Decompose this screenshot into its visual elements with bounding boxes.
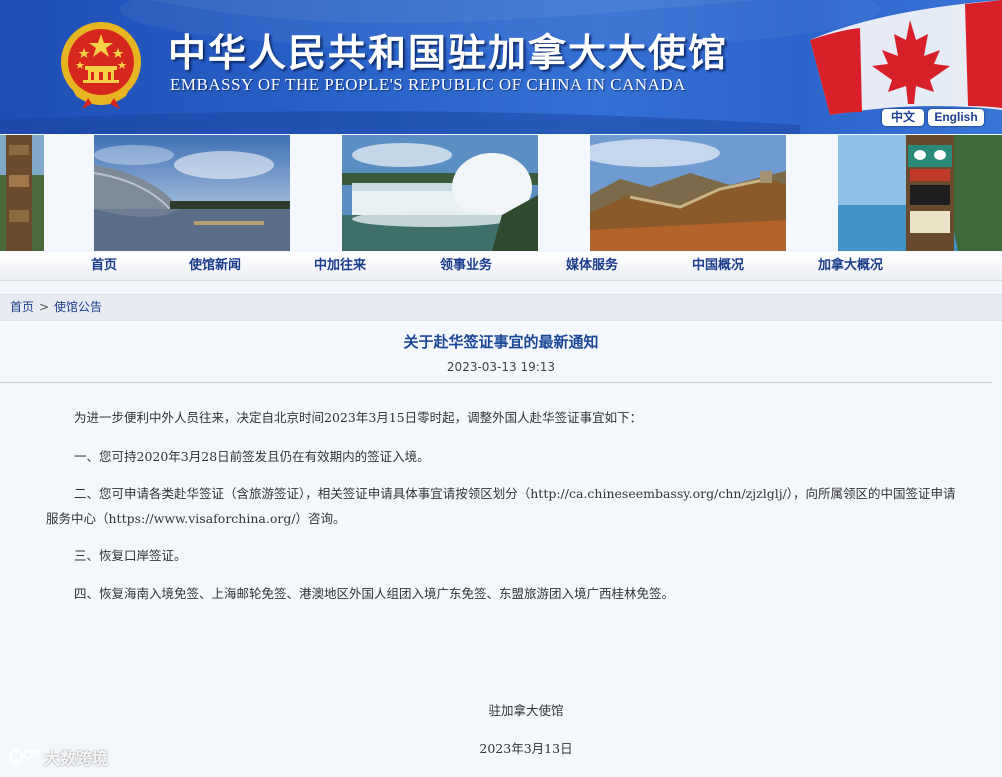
title-divider [0, 382, 992, 383]
photo-totem-left [0, 135, 44, 251]
photo-national-grand-theatre [94, 135, 290, 251]
site-title-chinese: 中华人民共和国驻加拿大大使馆 [168, 30, 729, 75]
watermark: 大数跨境 [8, 745, 108, 769]
nav-item-media-services[interactable]: 媒体服务 [566, 252, 618, 280]
breadcrumb-separator: > [39, 300, 50, 314]
site-title-english: EMBASSY OF THE PEOPLE'S REPUBLIC OF CHIN… [170, 75, 686, 94]
article-date: 2023-03-13 19:13 [446, 360, 556, 374]
nav-item-china-canada-relations[interactable]: 中加往来 [314, 252, 366, 280]
nav-item-about-canada[interactable]: 加拿大概况 [818, 252, 883, 280]
language-chinese-button[interactable]: 中文 [882, 109, 924, 126]
article-paragraph-intro: 为进一步便利中外人员往来，决定自北京时间2023年3月15日零时起，调整外国人赴… [74, 410, 643, 425]
photo-strip [0, 134, 1002, 252]
main-navigation: 首页 使馆新闻 中加往来 领事业务 媒体服务 中国概况 加拿大概况 [0, 252, 1002, 281]
photo-totem-pole [838, 135, 1002, 251]
article-signature: 驻加拿大使馆 [488, 703, 564, 718]
article-signature-date: 2023年3月13日 [479, 741, 573, 756]
language-english-button[interactable]: English [928, 109, 984, 126]
nav-item-home[interactable]: 首页 [91, 252, 117, 280]
breadcrumb-current-link[interactable]: 使馆公告 [54, 295, 102, 320]
article-paragraph-3: 三、恢复口岸签证。 [74, 548, 187, 563]
watermark-logo-icon [9, 749, 40, 764]
nav-item-embassy-news[interactable]: 使馆新闻 [189, 252, 241, 280]
watermark-text: 大数跨境 [44, 749, 109, 768]
article-paragraph-1: 一、您可持2020年3月28日前签发且仍在有效期内的签证入境。 [74, 449, 430, 464]
nav-item-about-china[interactable]: 中国概况 [692, 252, 744, 280]
article-title: 关于赴华签证事宜的最新通知 [403, 333, 599, 351]
article-paragraph-4: 四、恢复海南入境免签、上海邮轮免签、港澳地区外国人组团入境广东免签、东盟旅游团入… [74, 586, 675, 601]
site-banner: 中华人民共和国驻加拿大大使馆 EMBASSY OF THE PEOPLE'S R… [0, 0, 1002, 134]
national-emblem-icon [61, 22, 141, 109]
photo-niagara-falls [342, 135, 538, 251]
nav-item-consular-services[interactable]: 领事业务 [440, 252, 492, 280]
breadcrumb-home-link[interactable]: 首页 [10, 295, 34, 320]
article-paragraph-2: 二、您可申请各类赴华签证（含旅游签证），相关签证申请具体事宜请按领区划分（htt… [46, 486, 956, 526]
breadcrumb: 首页 > 使馆公告 [0, 294, 1002, 321]
photo-great-wall [590, 135, 786, 251]
